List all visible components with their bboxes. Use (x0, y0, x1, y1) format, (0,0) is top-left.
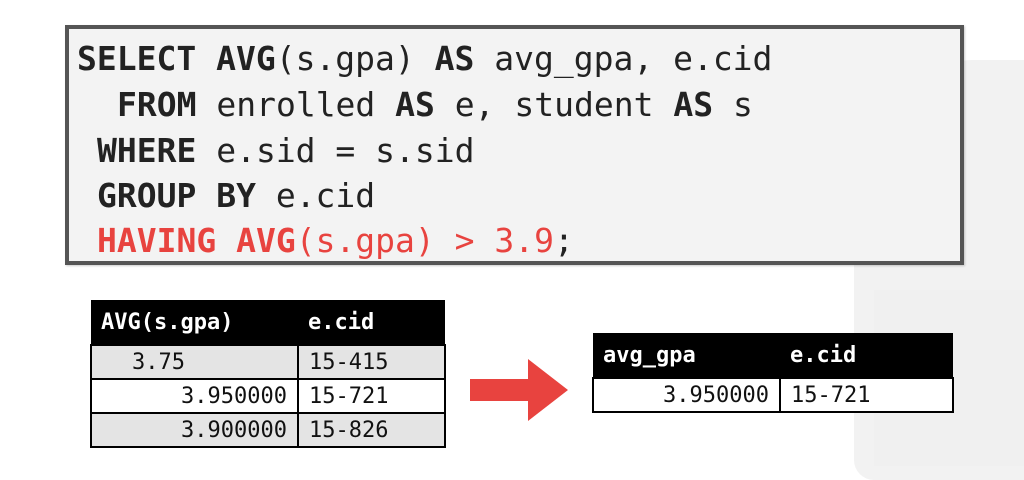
sql-from-table1: enrolled (196, 85, 396, 124)
sql-from-alias: s (713, 85, 753, 124)
sql-line-from: FROM enrolled AS e, student AS s (117, 83, 753, 127)
grouped-results-table: AVG(s.gpa) e.cid 3.75 15-415 3.950000 15… (90, 300, 446, 448)
function-avg: AVG (216, 39, 276, 78)
sql-from-table2: e, student (434, 85, 674, 124)
table-cell: 3.950000 (592, 377, 781, 413)
sql-where-condition: e.sid = s.sid (196, 131, 475, 170)
table-cell: 3.950000 (90, 378, 299, 414)
keyword-from: FROM (117, 85, 197, 124)
column-header: avg_gpa (593, 333, 780, 378)
sql-group-by-column: e.cid (255, 176, 376, 215)
table-row: 3.75 15-415 (90, 344, 446, 380)
table-cell: 15-826 (297, 412, 446, 448)
sql-line-group-by: GROUP BY e.cid (97, 174, 375, 218)
table-header-row: AVG(s.gpa) e.cid (91, 300, 445, 345)
arrow-right-icon (470, 359, 568, 421)
column-header: e.cid (780, 333, 953, 378)
table-cell: 15-415 (297, 344, 446, 380)
keyword-as: AS (673, 85, 714, 124)
keyword-having: HAVING (97, 221, 217, 260)
function-avg: AVG (216, 221, 296, 260)
sql-select-rest: avg_gpa, e.cid (474, 39, 773, 78)
table-cell: 15-721 (297, 378, 446, 414)
table-row: 3.950000 15-721 (592, 377, 954, 413)
keyword-as: AS (395, 85, 435, 124)
table-cell: 3.75 (90, 344, 299, 380)
keyword-group-by: GROUP BY (97, 176, 256, 215)
filtered-results-table: avg_gpa e.cid 3.950000 15-721 (592, 333, 954, 413)
sql-line-having: HAVING AVG(s.gpa) > 3.9; (97, 219, 574, 263)
table-cell: 15-721 (779, 377, 954, 413)
sql-line-select: SELECT AVG(s.gpa) AS avg_gpa, e.cid (77, 37, 772, 81)
table-row: 3.900000 15-826 (90, 412, 446, 448)
keyword-as: AS (434, 39, 475, 78)
sql-having-condition: (s.gpa) > 3.9 (295, 221, 554, 260)
table-header-row: avg_gpa e.cid (593, 333, 953, 378)
column-header: e.cid (298, 300, 445, 345)
sql-arg: (s.gpa) (275, 39, 435, 78)
column-header: AVG(s.gpa) (91, 300, 298, 345)
keyword-where: WHERE (97, 131, 197, 170)
table-cell: 3.900000 (90, 412, 299, 448)
sql-line-where: WHERE e.sid = s.sid (97, 129, 475, 173)
sql-semicolon: ; (553, 221, 574, 260)
keyword-select: SELECT (77, 39, 197, 78)
sql-query-box: SELECT AVG(s.gpa) AS avg_gpa, e.cid FROM… (65, 25, 964, 265)
table-row: 3.950000 15-721 (90, 378, 446, 414)
